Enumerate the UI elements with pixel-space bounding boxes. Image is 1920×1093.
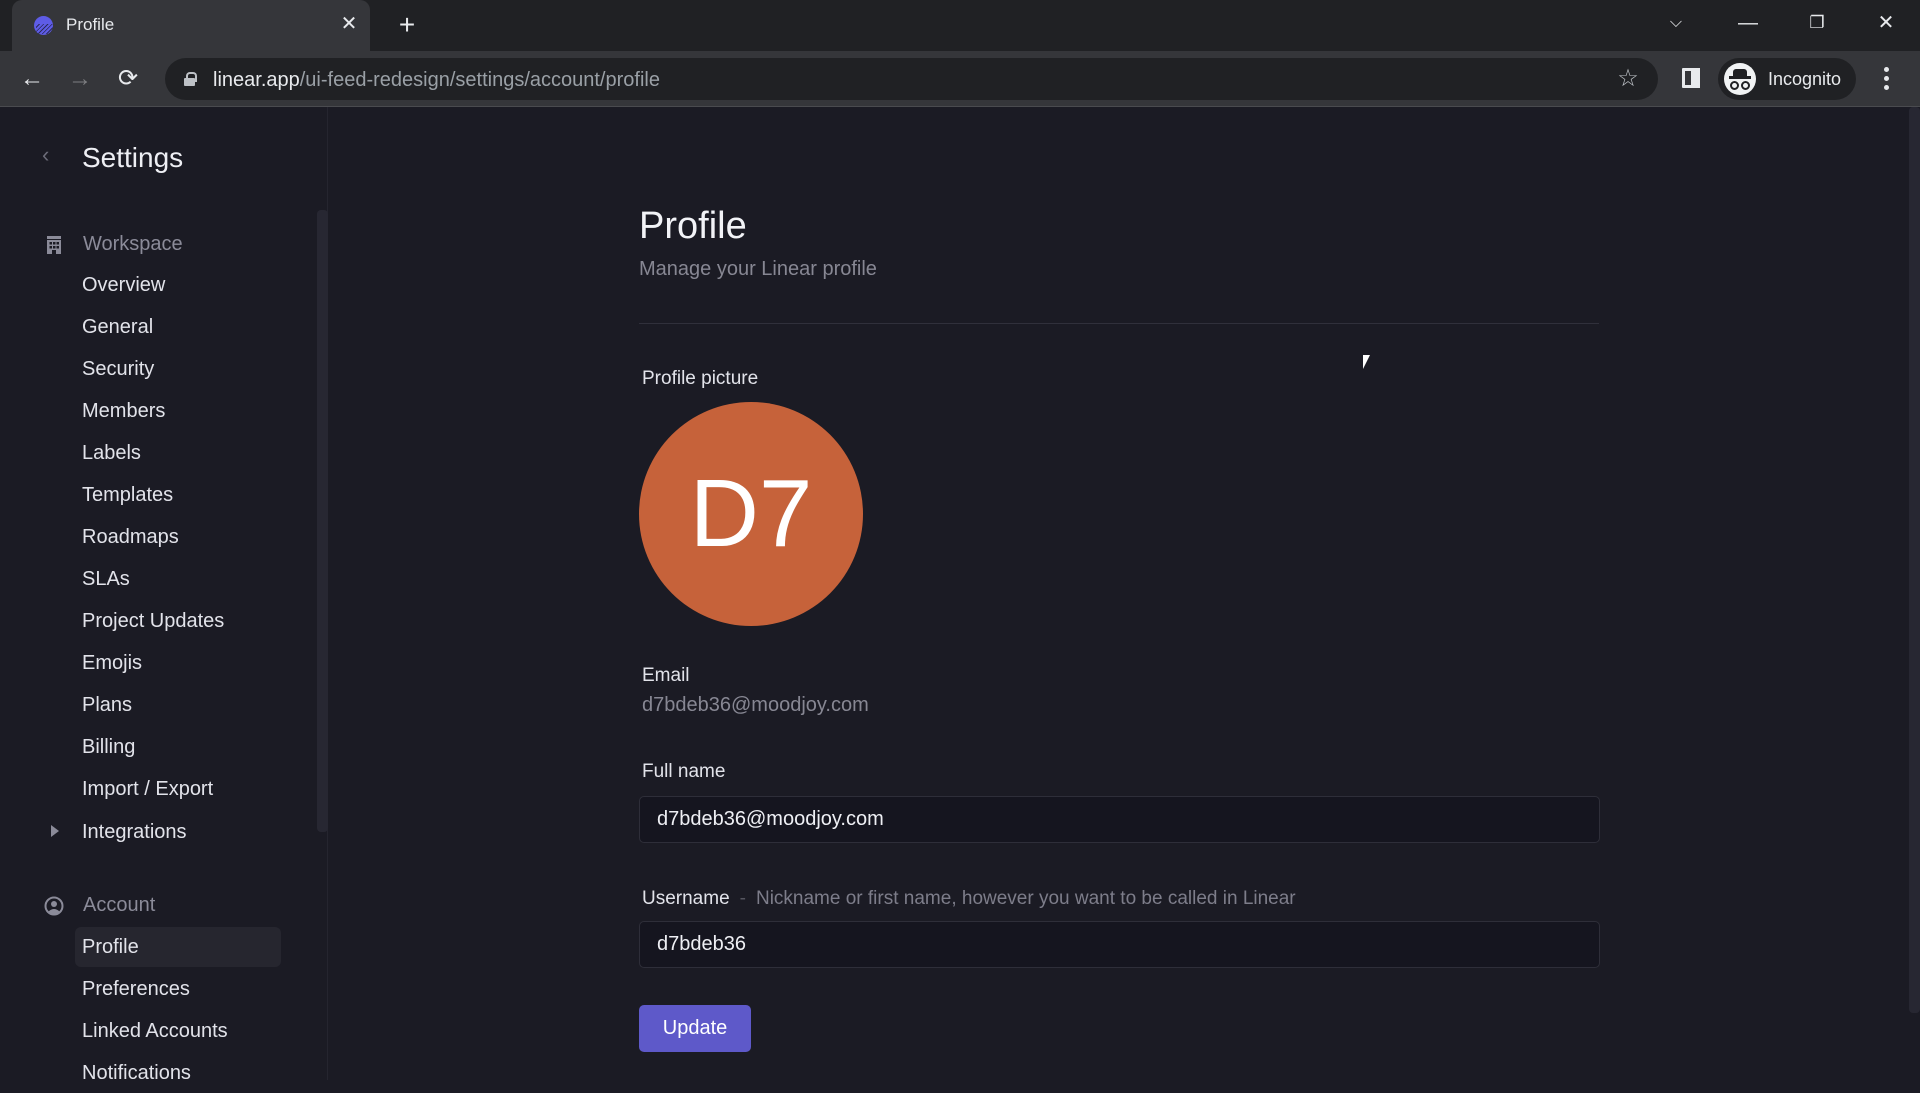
browser-toolbar: ← → ⟳ linear.app/ui-feed-redesign/settin… xyxy=(0,51,1920,107)
nav-label: Linked Accounts xyxy=(82,1020,228,1042)
profile-picture-label: Profile picture xyxy=(642,368,759,389)
nav-label: Notifications xyxy=(82,1062,191,1084)
incognito-profile-button[interactable]: Incognito xyxy=(1718,58,1856,100)
settings-sidebar: ‹ Settings Workspace Overview General Se… xyxy=(0,107,328,1084)
divider xyxy=(639,323,1599,324)
nav-label: Roadmaps xyxy=(82,526,179,548)
sidebar-item-billing[interactable]: Billing xyxy=(75,727,281,767)
building-icon xyxy=(47,236,61,254)
profile-settings-main: Profile Manage your Linear profile Profi… xyxy=(329,107,1920,1080)
section-label: Workspace xyxy=(83,233,183,255)
nav-label: Import / Export xyxy=(82,778,214,800)
restore-icon[interactable]: ❐ xyxy=(1797,8,1837,38)
username-label-row: Username - Nickname or first name, however… xyxy=(642,888,1296,910)
user-circle-icon xyxy=(44,896,64,916)
browser-tabstrip: Profile ✕ + ⌵ — ❐ ✕ xyxy=(0,0,1920,51)
expand-caret-icon[interactable] xyxy=(51,825,59,837)
sidebar-item-integrations[interactable]: Integrations xyxy=(51,812,281,852)
nav-label: Members xyxy=(82,400,166,422)
section-label: Account xyxy=(83,894,156,916)
sidebar-item-overview[interactable]: Overview xyxy=(75,265,281,305)
nav-label: Plans xyxy=(82,694,133,716)
nav-label: SLAs xyxy=(82,568,130,590)
full-name-input[interactable] xyxy=(639,796,1600,843)
avatar[interactable]: D7 xyxy=(639,402,863,626)
tab-search-chevron-icon[interactable]: ⌵ xyxy=(1656,8,1696,38)
url-path: /ui-feed-redesign/settings/account/profi… xyxy=(299,69,660,91)
nav-label: Billing xyxy=(82,736,136,758)
sidebar-item-import-export[interactable]: Import / Export xyxy=(75,769,281,809)
update-button[interactable]: Update xyxy=(639,1005,751,1052)
address-bar[interactable]: linear.app/ui-feed-redesign/settings/acc… xyxy=(165,58,1658,100)
nav-label: Emojis xyxy=(82,652,143,674)
back-arrow-icon[interactable]: ← xyxy=(16,63,48,95)
close-window-icon[interactable]: ✕ xyxy=(1866,8,1906,38)
nav-label: Integrations xyxy=(82,821,187,843)
sidebar-item-linked-accounts[interactable]: Linked Accounts xyxy=(75,1011,281,1051)
nav-label: Templates xyxy=(82,484,174,506)
email-value: d7bdeb36@moodjoy.com xyxy=(642,694,869,716)
tab-title: Profile xyxy=(66,15,115,34)
nav-label: Overview xyxy=(82,274,166,296)
sidebar-item-labels[interactable]: Labels xyxy=(75,433,281,473)
nav-label: Project Updates xyxy=(82,610,225,632)
sidebar-item-notifications[interactable]: Notifications xyxy=(75,1053,281,1093)
username-hint: Nickname or first name, however you want… xyxy=(755,888,1296,909)
username-input[interactable] xyxy=(639,921,1600,968)
bookmark-star-icon[interactable]: ☆ xyxy=(1614,65,1642,93)
sidebar-item-templates[interactable]: Templates xyxy=(75,475,281,515)
linear-logo-icon xyxy=(34,16,53,35)
close-tab-icon[interactable]: ✕ xyxy=(337,12,361,36)
sidebar-item-plans[interactable]: Plans xyxy=(75,685,281,725)
sidebar-item-preferences[interactable]: Preferences xyxy=(75,969,281,1009)
nav-label: Labels xyxy=(82,442,141,464)
main-scrollbar[interactable] xyxy=(1909,107,1920,1013)
username-separator: - xyxy=(739,888,746,909)
reload-icon[interactable]: ⟳ xyxy=(112,63,144,95)
nav-label: Profile xyxy=(82,936,139,958)
nav-label: General xyxy=(82,316,154,338)
sidebar-item-members[interactable]: Members xyxy=(75,391,281,431)
new-tab-button[interactable]: + xyxy=(392,10,422,40)
sidebar-item-slas[interactable]: SLAs xyxy=(75,559,281,599)
sidebar-item-roadmaps[interactable]: Roadmaps xyxy=(75,517,281,557)
sidebar-item-project-updates[interactable]: Project Updates xyxy=(75,601,281,641)
sidebar-item-security[interactable]: Security xyxy=(75,349,281,389)
page-subtitle: Manage your Linear profile xyxy=(639,258,877,280)
incognito-icon xyxy=(1724,63,1756,95)
sidebar-scrollbar[interactable] xyxy=(317,210,328,832)
incognito-label: Incognito xyxy=(1768,69,1842,89)
nav-label: Security xyxy=(82,358,155,380)
back-chevron-icon[interactable]: ‹ xyxy=(42,143,62,167)
url-host: linear.app xyxy=(213,69,300,91)
email-label: Email xyxy=(642,665,690,686)
mouse-cursor-icon xyxy=(1363,355,1377,369)
nav-label: Preferences xyxy=(82,978,190,1000)
browser-menu-icon[interactable] xyxy=(1874,63,1898,95)
side-panel-icon[interactable] xyxy=(1679,66,1703,90)
browser-tab[interactable]: Profile ✕ xyxy=(12,0,370,51)
linear-app: ‹ Settings Workspace Overview General Se… xyxy=(0,107,1920,1084)
settings-title: Settings xyxy=(82,142,184,173)
page-title: Profile xyxy=(639,205,747,247)
username-label: Username xyxy=(642,888,730,909)
forward-arrow-icon[interactable]: → xyxy=(64,63,96,95)
sidebar-item-general[interactable]: General xyxy=(75,307,281,347)
sidebar-item-profile[interactable]: Profile xyxy=(75,927,281,967)
minimize-icon[interactable]: — xyxy=(1728,8,1768,38)
full-name-label: Full name xyxy=(642,761,726,782)
url-text[interactable]: linear.app/ui-feed-redesign/settings/acc… xyxy=(213,69,660,92)
lock-icon xyxy=(183,72,197,86)
sidebar-item-emojis[interactable]: Emojis xyxy=(75,643,281,683)
